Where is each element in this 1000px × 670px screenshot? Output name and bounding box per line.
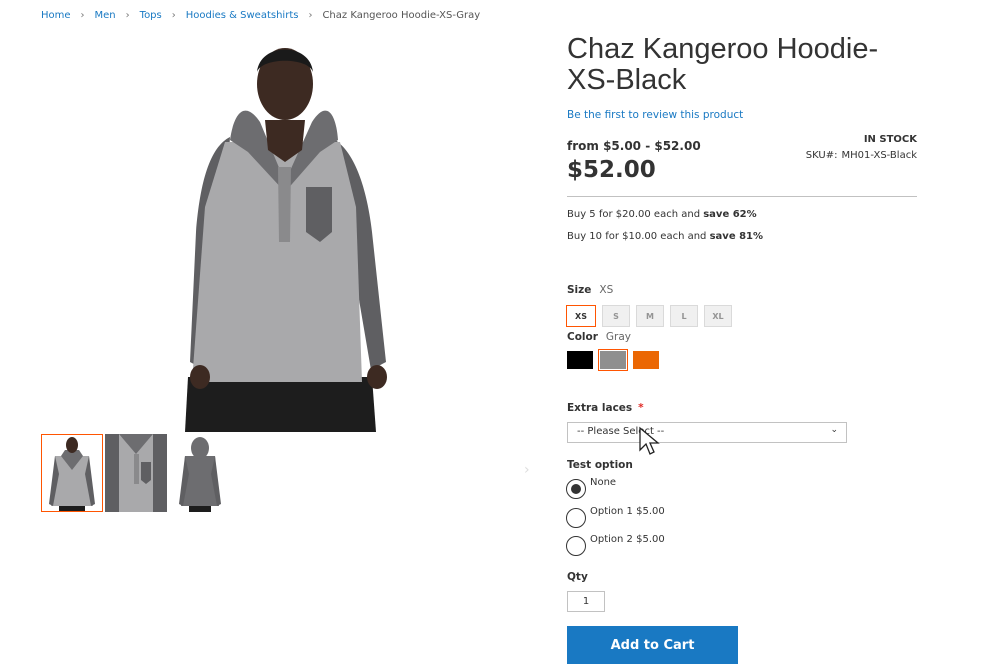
breadcrumb-home[interactable]: Home bbox=[41, 10, 71, 21]
add-to-cart-button[interactable]: Add to Cart bbox=[567, 626, 738, 664]
size-option-s[interactable]: S bbox=[602, 305, 630, 327]
stock-status: IN STOCK bbox=[863, 134, 917, 145]
chevron-right-icon: › bbox=[80, 10, 85, 21]
color-label: Color Gray bbox=[567, 331, 631, 343]
hoodie-back-thumb-image bbox=[179, 437, 221, 512]
size-label: Size XS bbox=[567, 284, 613, 296]
color-swatch-black[interactable] bbox=[567, 351, 593, 369]
thumbnail-strip bbox=[41, 434, 231, 512]
color-selected-value: Gray bbox=[605, 331, 632, 343]
test-option-label: Test option bbox=[567, 459, 633, 471]
extra-laces-label: Extra laces * bbox=[567, 402, 644, 414]
chevron-right-icon: › bbox=[125, 10, 130, 21]
qty-input[interactable]: 1 bbox=[567, 591, 605, 612]
review-link[interactable]: Be the first to review this product bbox=[567, 109, 743, 121]
test-option-1[interactable]: Option 1 $5.00 bbox=[566, 506, 665, 528]
breadcrumb-hoodies[interactable]: Hoodies & Sweatshirts bbox=[186, 10, 299, 21]
size-selected-value: XS bbox=[599, 284, 614, 296]
color-label-text: Color bbox=[567, 331, 598, 343]
sku-label: SKU#: bbox=[805, 150, 838, 161]
extra-laces-select[interactable]: -- Please Select -- ⌄ bbox=[567, 422, 847, 443]
sku-value: MH01-XS-Black bbox=[841, 150, 918, 161]
breadcrumb-current: Chaz Kangeroo Hoodie-XS-Gray bbox=[322, 10, 481, 21]
breadcrumb-tops[interactable]: Tops bbox=[140, 10, 162, 21]
mouse-cursor-icon bbox=[639, 426, 660, 455]
size-option-m[interactable]: M bbox=[636, 305, 664, 327]
breadcrumb: Home › Men › Tops › Hoodies & Sweatshirt… bbox=[41, 10, 480, 21]
size-options: XS S M L XL bbox=[566, 305, 732, 327]
tier-price-2: Buy 10 for $10.00 each and save 81% bbox=[567, 231, 763, 242]
price-range: from $5.00 - $52.00 bbox=[567, 139, 701, 153]
sku: SKU#: MH01-XS-Black bbox=[806, 150, 917, 161]
size-label-text: Size bbox=[567, 284, 592, 296]
thumbnail-1[interactable] bbox=[41, 434, 103, 512]
radio-none[interactable] bbox=[566, 479, 586, 499]
radio-option-2-label: Option 2 $5.00 bbox=[590, 534, 665, 545]
breadcrumb-men[interactable]: Men bbox=[95, 10, 116, 21]
color-swatch-gray[interactable] bbox=[598, 349, 628, 371]
qty-label: Qty bbox=[567, 571, 588, 583]
chevron-down-icon: ⌄ bbox=[830, 425, 838, 435]
color-options bbox=[567, 349, 659, 371]
divider bbox=[567, 196, 917, 197]
test-option-2[interactable]: Option 2 $5.00 bbox=[566, 534, 665, 556]
color-swatch-orange[interactable] bbox=[633, 351, 659, 369]
thumbnail-2[interactable] bbox=[105, 434, 167, 512]
product-price: $52.00 bbox=[567, 157, 656, 183]
size-option-l[interactable]: L bbox=[670, 305, 698, 327]
chevron-right-icon: › bbox=[171, 10, 176, 21]
chevron-right-icon[interactable]: › bbox=[524, 462, 530, 478]
test-option-none[interactable]: None bbox=[566, 477, 616, 499]
size-option-xs[interactable]: XS bbox=[566, 305, 596, 327]
thumbnail-3[interactable] bbox=[169, 434, 231, 512]
hoodie-detail-thumb-image bbox=[105, 434, 167, 512]
radio-option-1-label: Option 1 $5.00 bbox=[590, 506, 665, 517]
radio-option-1[interactable] bbox=[566, 508, 586, 528]
tier-price-save: save 62% bbox=[703, 209, 757, 220]
radio-none-label: None bbox=[590, 477, 617, 488]
chevron-right-icon: › bbox=[308, 10, 313, 21]
tier-price-text: Buy 10 for $10.00 each and bbox=[567, 231, 710, 242]
size-option-xl[interactable]: XL bbox=[704, 305, 732, 327]
required-mark: * bbox=[638, 402, 644, 414]
page-title: Chaz Kangeroo Hoodie-XS-Black bbox=[567, 33, 879, 96]
radio-option-2[interactable] bbox=[566, 536, 586, 556]
product-main-image[interactable] bbox=[130, 32, 440, 432]
hoodie-model-illustration bbox=[185, 48, 387, 432]
extra-laces-label-text: Extra laces bbox=[567, 402, 633, 414]
tier-price-1: Buy 5 for $20.00 each and save 62% bbox=[567, 209, 757, 220]
tier-price-text: Buy 5 for $20.00 each and bbox=[567, 209, 704, 220]
tier-price-save: save 81% bbox=[709, 231, 764, 242]
hoodie-front-thumb-image bbox=[49, 437, 95, 512]
